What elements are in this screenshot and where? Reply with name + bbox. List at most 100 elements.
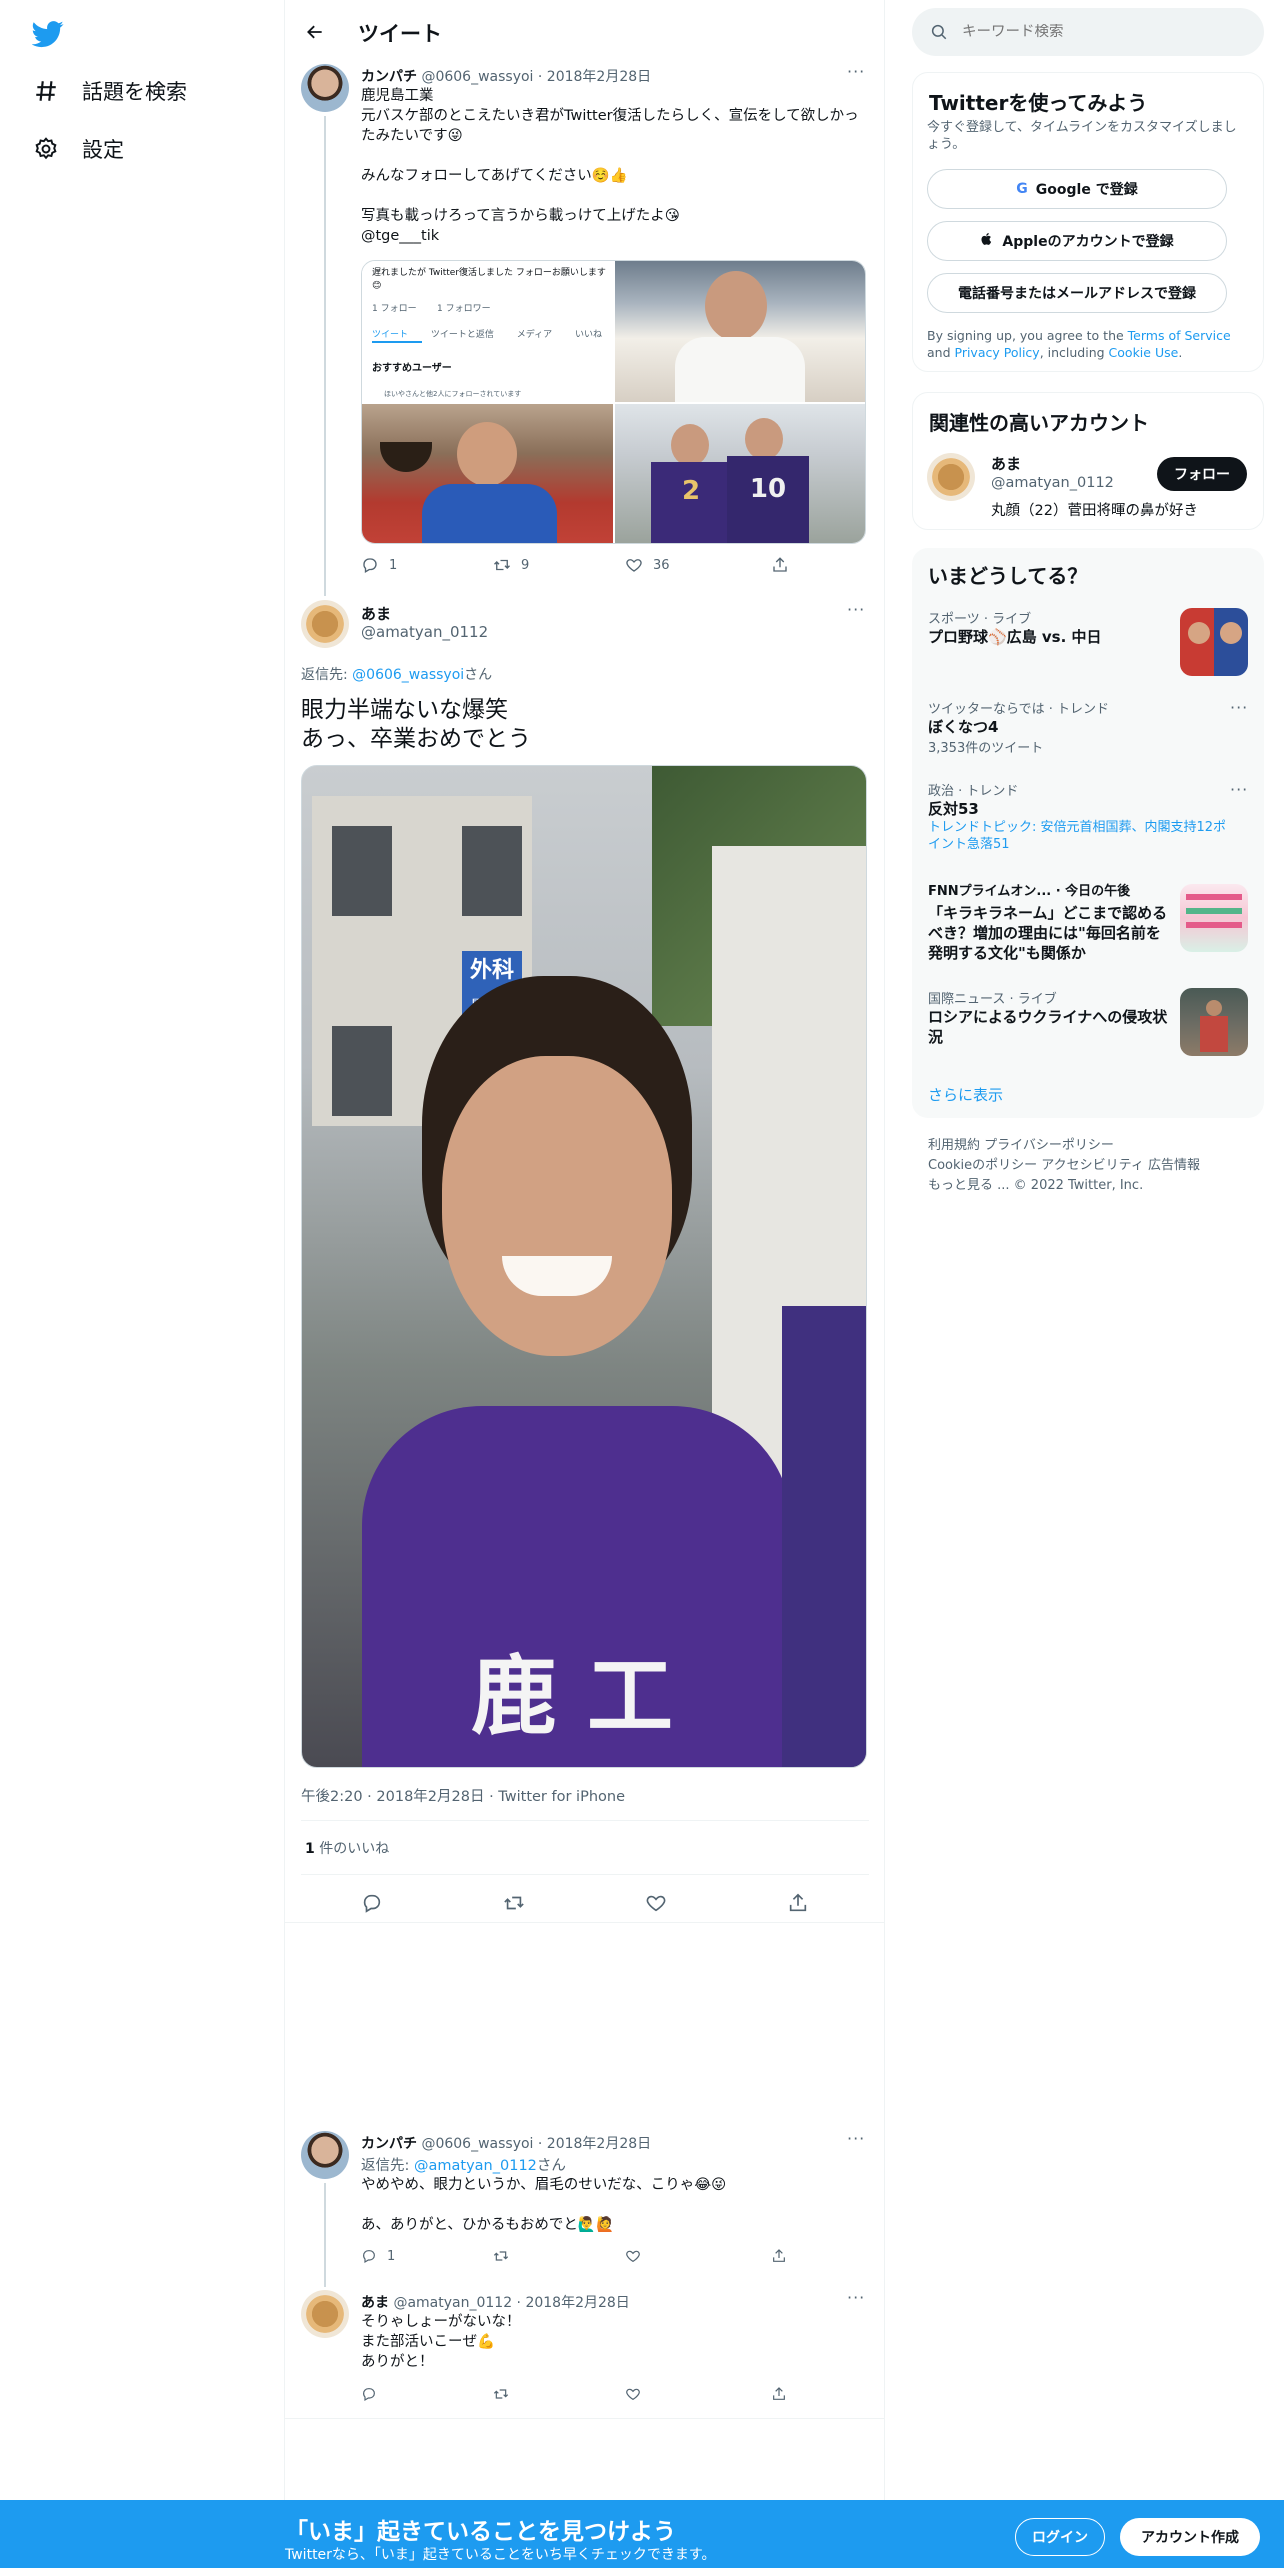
avatar[interactable] [301, 2131, 349, 2179]
like-button[interactable] [625, 2386, 771, 2402]
tweet-header-line: カンパチ @0606_wassyoi · 2018年2月28日 [361, 2133, 651, 2153]
share-button[interactable] [771, 2248, 787, 2264]
trend-thumbnail[interactable] [1180, 988, 1248, 1056]
related-handle[interactable]: @amatyan_0112 [991, 475, 1114, 491]
nav-explore[interactable]: 話題を検索 [32, 76, 187, 106]
terms-link[interactable]: Terms of Service [1128, 328, 1231, 343]
like-button[interactable] [625, 2248, 771, 2264]
divider [301, 1820, 869, 1821]
avatar[interactable] [301, 64, 349, 112]
avatar[interactable] [301, 2290, 349, 2338]
tweet-text: そりゃしょーがないな！ また部活いこーぜ💪 ありがと！ [361, 2314, 521, 2370]
share-button[interactable] [771, 2386, 787, 2402]
follow-button[interactable]: フォロー [1157, 457, 1247, 491]
trend-subtitle[interactable]: トレンドトピック: 安倍元首相国葬、内閣支持12ポイント急落51 [928, 819, 1238, 853]
avatar[interactable] [301, 600, 349, 648]
trend-item[interactable]: ツイッターならでは · トレンド ぼくなつ4 3,353件のツイート [928, 698, 1248, 756]
footer-links[interactable]: 利用規約 プライバシーポリシー Cookieのポリシー アクセシビリティ 広告情… [928, 1136, 1200, 1196]
footer-line[interactable]: 利用規約 プライバシーポリシー [928, 1136, 1200, 1156]
media-photo-bowl[interactable] [362, 404, 613, 543]
nav-explore-label: 話題を検索 [82, 80, 187, 104]
reply-to-link[interactable]: @amatyan_0112 [414, 2158, 537, 2174]
like-button[interactable] [645, 1892, 667, 1914]
more-icon[interactable]: ··· [847, 2288, 865, 2307]
media-screenshot[interactable]: 遅れましたが Twitter復活しました フォローお願いします😊 1 フォロー … [362, 261, 613, 402]
avatar[interactable] [927, 453, 975, 501]
author-handle[interactable]: @amatyan_0112 [361, 623, 488, 641]
author-meta[interactable]: @0606_wassyoi · 2018年2月28日 [421, 2136, 651, 2152]
divider [285, 1922, 885, 1923]
author-name[interactable]: カンパチ [361, 2136, 417, 2152]
tweet-photo[interactable]: 外科 胃腸科 鹿 工 [301, 765, 867, 1768]
bottom-bar-title: 「いま」起きていることを見つけよう [285, 2519, 676, 2545]
trend-item[interactable]: 国際ニュース · ライブ ロシアによるウクライナへの侵攻状況 [928, 988, 1168, 1047]
trend-item[interactable]: FNNプライムオン... · 今日の午後 「キラキラネーム」どこまで認めるべき？… [928, 880, 1168, 963]
retweet-icon [494, 559, 510, 571]
thumb-body [1200, 1016, 1228, 1052]
media-photo-peace[interactable] [615, 261, 865, 402]
retweet-icon [493, 2251, 509, 2261]
author-name[interactable]: あま [361, 2295, 389, 2311]
photo-window [332, 1026, 392, 1116]
thumb-face [1188, 622, 1210, 644]
tweet-header-line: あま @amatyan_0112 · 2018年2月28日 [361, 2292, 630, 2312]
footer-line[interactable]: Cookieのポリシー アクセシビリティ 広告情報 [928, 1156, 1200, 1176]
cookie-link[interactable]: Cookie Use [1109, 345, 1179, 360]
media-photo-team[interactable]: 2 10 [615, 404, 865, 543]
signup-button[interactable]: アカウント作成 [1120, 2518, 1260, 2556]
share-button[interactable] [771, 556, 789, 574]
author-meta[interactable]: @0606_wassyoi · 2018年2月28日 [421, 69, 651, 85]
reply-button[interactable]: 1 [361, 2248, 493, 2264]
reply-button[interactable] [361, 1892, 383, 1914]
trend-thumbnail[interactable] [1180, 884, 1248, 952]
retweet-count: 9 [521, 557, 530, 573]
login-button[interactable]: ログイン [1015, 2518, 1105, 2556]
reply-to-link[interactable]: @0606_wassyoi [352, 667, 464, 683]
terms-end: . [1178, 345, 1183, 360]
reply-button[interactable]: 1 [361, 556, 493, 574]
nav-settings[interactable]: 設定 [32, 134, 124, 164]
gear-icon [32, 135, 60, 163]
like-button[interactable]: 36 [625, 556, 771, 574]
apple-signup-button[interactable]: Appleのアカウントで登録 [927, 221, 1227, 261]
photo-face [671, 424, 709, 466]
author-name[interactable]: カンパチ [361, 69, 417, 85]
trend-category: 国際ニュース · ライブ [928, 992, 1057, 1007]
search-box[interactable] [912, 8, 1264, 56]
more-icon[interactable]: ··· [847, 2129, 865, 2148]
tweet-timestamp[interactable]: 午後2:20 · 2018年2月28日 · Twitter for iPhone [301, 1785, 625, 1806]
more-icon[interactable]: ··· [847, 62, 865, 81]
search-input[interactable] [962, 24, 1242, 40]
trend-item[interactable]: 政治 · トレンド 反対53 トレンドトピック: 安倍元首相国葬、内閣支持12ポ… [928, 780, 1248, 853]
trend-thumbnail[interactable] [1180, 608, 1248, 676]
phone-signup-button[interactable]: 電話番号またはメールアドレスで登録 [927, 273, 1227, 313]
more-icon[interactable]: ··· [847, 600, 865, 619]
privacy-link[interactable]: Privacy Policy [955, 345, 1040, 360]
reply-context: 返信先: @amatyan_0112さん [361, 2154, 566, 2175]
tweet-media-grid[interactable]: 遅れましたが Twitter復活しました フォローお願いします😊 1 フォロー … [361, 260, 866, 544]
retweet-button[interactable]: 9 [493, 556, 625, 574]
more-icon[interactable]: ··· [1230, 780, 1248, 799]
search-icon [930, 23, 948, 41]
heart-icon [626, 2388, 640, 2401]
back-arrow-icon[interactable] [301, 18, 329, 46]
thumb-bar [1186, 908, 1242, 914]
show-more-link[interactable]: さらに表示 [928, 1084, 1003, 1105]
reply-button[interactable] [361, 2386, 493, 2402]
retweet-button[interactable] [503, 1892, 525, 1914]
likes-summary[interactable]: 1 件のいいね [305, 1838, 389, 1858]
author-name[interactable]: あま [361, 603, 391, 624]
terms-text: By signing up, you agree to the Terms of… [927, 327, 1252, 361]
retweet-button[interactable] [493, 2248, 625, 2264]
google-signup-button[interactable]: G Google で登録 [927, 169, 1227, 209]
thumb-face [1206, 1000, 1222, 1016]
related-name[interactable]: あま [991, 453, 1021, 474]
share-button[interactable] [787, 1892, 809, 1914]
photo-face [457, 422, 517, 486]
phone-signup-label: 電話番号またはメールアドレスで登録 [958, 286, 1196, 302]
footer-line[interactable]: もっと見る ... © 2022 Twitter, Inc. [928, 1176, 1200, 1196]
twitter-logo-icon[interactable] [31, 18, 64, 50]
author-meta[interactable]: @amatyan_0112 · 2018年2月28日 [393, 2295, 629, 2311]
retweet-button[interactable] [493, 2386, 625, 2402]
more-icon[interactable]: ··· [1230, 698, 1248, 717]
